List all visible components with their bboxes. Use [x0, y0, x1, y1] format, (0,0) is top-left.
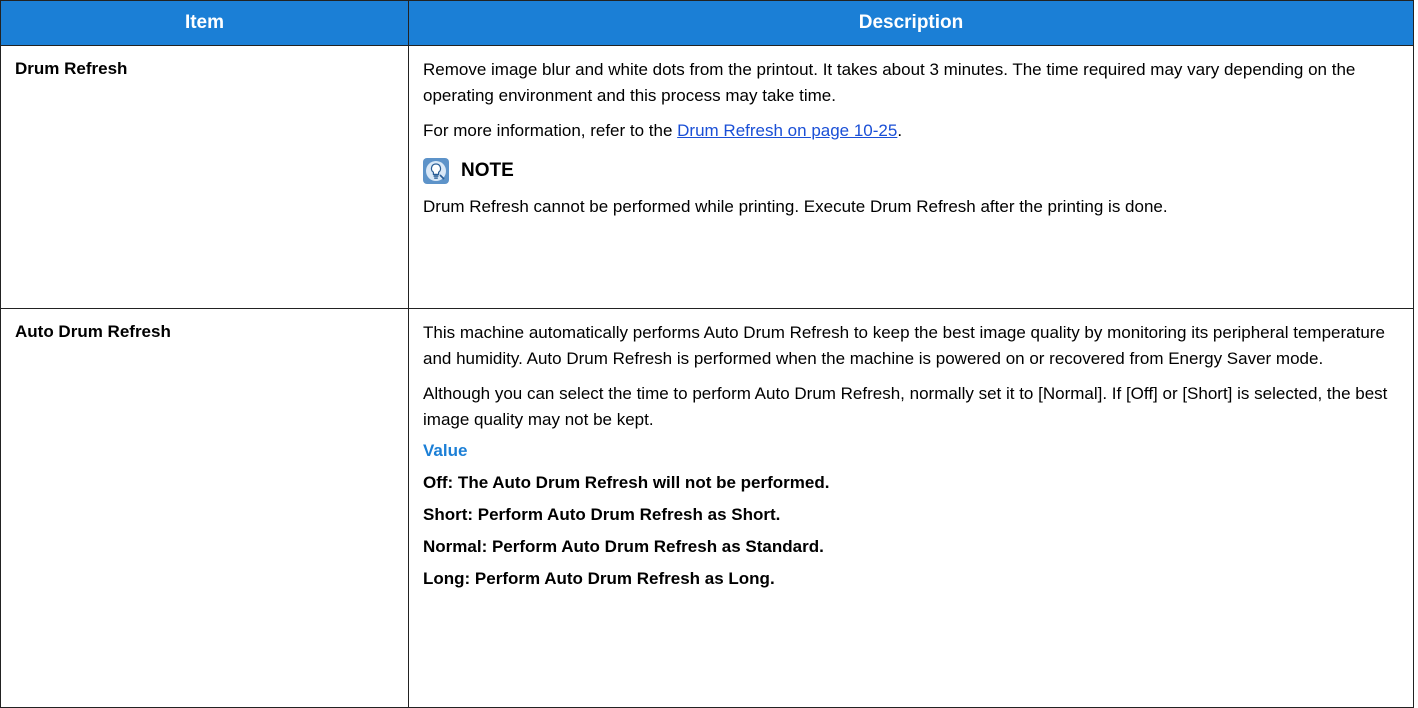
note-lightbulb-icon	[423, 158, 449, 184]
note-text: Drum Refresh cannot be performed while p…	[423, 197, 1168, 216]
description-paragraph: This machine automatically performs Auto…	[423, 323, 1385, 368]
settings-table: Item Description Drum Refresh Remove ima…	[0, 0, 1414, 708]
reference-prefix: For more information, refer to the	[423, 121, 678, 140]
note-label: NOTE	[461, 160, 514, 181]
table-header-row: Item Description	[0, 0, 1414, 46]
reference-paragraph: For more information, refer to the Drum …	[423, 118, 1399, 144]
column-header-item: Item	[0, 0, 409, 46]
description-cell: Remove image blur and white dots from th…	[408, 45, 1414, 309]
reference-suffix: .	[897, 121, 903, 140]
value-option: Normal: Perform Auto Drum Refresh as Sta…	[423, 537, 824, 556]
item-cell: Auto Drum Refresh	[0, 308, 409, 708]
page: Item Description Drum Refresh Remove ima…	[0, 0, 1418, 708]
table-row: Auto Drum Refresh This machine automatic…	[0, 308, 1414, 708]
value-option: Off: The Auto Drum Refresh will not be p…	[423, 473, 830, 492]
item-cell: Drum Refresh	[0, 45, 409, 309]
column-header-description: Description	[408, 0, 1414, 46]
table-row: Drum Refresh Remove image blur and white…	[0, 45, 1414, 309]
description-cell: This machine automatically performs Auto…	[408, 308, 1414, 708]
description-paragraph: Remove image blur and white dots from th…	[423, 60, 1356, 105]
value-option: Long: Perform Auto Drum Refresh as Long.	[423, 569, 775, 588]
note-heading: NOTE	[423, 158, 1399, 184]
description-paragraph: Although you can select the time to perf…	[423, 384, 1388, 429]
value-heading: Value	[423, 441, 468, 460]
drum-refresh-page-link[interactable]: Drum Refresh on page 10-25	[677, 121, 897, 140]
value-option: Short: Perform Auto Drum Refresh as Shor…	[423, 505, 781, 524]
